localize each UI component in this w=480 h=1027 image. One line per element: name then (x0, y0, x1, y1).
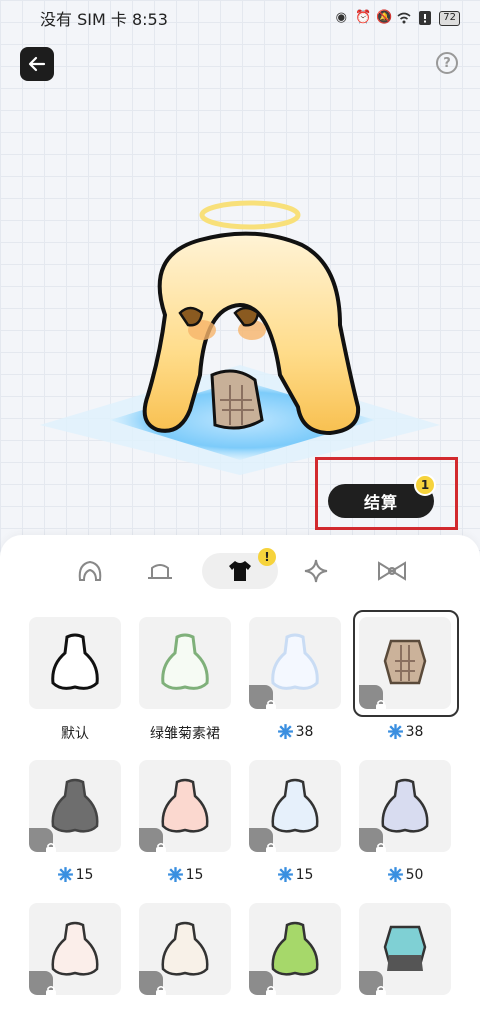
green-dress-icon (161, 633, 209, 690)
item-lace-dress[interactable] (249, 617, 341, 709)
item-price: 38 (359, 723, 451, 740)
item-gray-dress[interactable] (29, 760, 121, 852)
lock-icon (29, 828, 56, 852)
tab-hat[interactable] (140, 553, 180, 589)
lock-icon (359, 828, 386, 852)
item-floral-dress[interactable] (29, 903, 121, 995)
hat-icon (148, 564, 172, 579)
green-outfit-icon (271, 921, 319, 976)
snowflake-gem-icon (387, 724, 403, 739)
wifi-icon (397, 11, 411, 25)
sailor-dress-icon (381, 778, 429, 833)
snowflake-gem-icon (167, 867, 183, 882)
help-button[interactable]: ? (436, 52, 458, 74)
item-sailor-dress[interactable] (359, 760, 451, 852)
lace-dress-icon (271, 633, 319, 690)
shirt-icon (229, 561, 251, 581)
tab-hair[interactable] (70, 553, 110, 589)
lock-icon (359, 971, 386, 995)
snowflake-gem-icon (277, 867, 293, 882)
tab-alert-badge: ! (258, 548, 276, 566)
hair-icon (78, 560, 102, 581)
dress-outline-icon (51, 633, 99, 690)
item-label: 绿雏菊素裙 (150, 726, 220, 742)
mute-icon: 🔕 (376, 10, 393, 25)
item-green-outfit[interactable] (249, 903, 341, 995)
gray-dress-icon (51, 778, 99, 833)
lock-icon (29, 971, 56, 995)
character-preview (40, 200, 440, 475)
item-default[interactable] (29, 617, 121, 709)
lock-icon (139, 971, 166, 995)
item-label: 默认 (61, 726, 89, 742)
tab-accessories[interactable] (370, 553, 414, 589)
checkout-badge: 1 (414, 474, 436, 496)
floral-dress-icon (51, 921, 99, 976)
selected-item-frame (353, 610, 459, 717)
item-price: 15 (249, 866, 341, 883)
bow-icon (378, 561, 406, 581)
battery-icon: 72 (439, 10, 460, 26)
lock-icon (249, 685, 276, 709)
snowflake-gem-icon (277, 724, 293, 739)
checkout-label: 结算 (363, 493, 398, 512)
item-price: 50 (359, 866, 451, 883)
status-bar: 没有 SIM 卡 8:53 ◉ ⏰ 🔕 72 (0, 0, 480, 36)
snowflake-gem-icon (387, 867, 403, 882)
alarm-icon: ⏰ (355, 10, 372, 25)
lock-icon (249, 828, 276, 852)
question-icon: ? (443, 55, 451, 71)
tab-effects[interactable] (296, 553, 336, 589)
lock-icon (139, 828, 166, 852)
item-cream-dress[interactable] (139, 903, 231, 995)
category-tabs (0, 553, 480, 589)
item-price: 15 (139, 866, 231, 883)
cream-dress-icon (161, 921, 209, 976)
snowflake-gem-icon (57, 867, 73, 882)
item-green-daisy[interactable] (139, 617, 231, 709)
item-price: 38 (249, 723, 341, 740)
eye-icon: ◉ (335, 10, 347, 25)
carrier-time: 没有 SIM 卡 8:53 (40, 10, 168, 29)
item-price: 15 (29, 866, 121, 883)
item-pink-dress[interactable] (139, 760, 231, 852)
item-school-uniform[interactable] (359, 903, 451, 995)
pink-dress-icon (161, 778, 209, 833)
back-button[interactable] (20, 47, 54, 81)
sparkle-icon (304, 559, 328, 583)
uniform-icon (383, 925, 427, 971)
lock-icon (249, 971, 276, 995)
item-blue-dress[interactable] (249, 760, 341, 852)
blue-dress-icon (271, 778, 319, 833)
arrow-left-icon (28, 56, 46, 72)
alert-icon (418, 11, 432, 25)
